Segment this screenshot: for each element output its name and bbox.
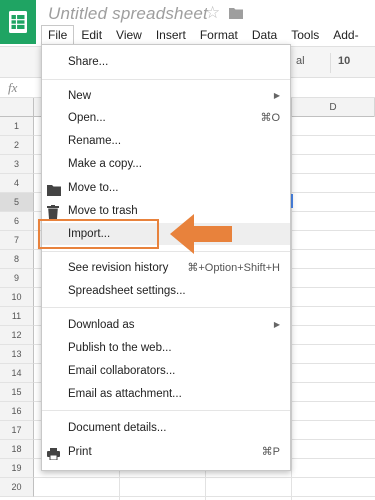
row-header[interactable]: 13	[0, 345, 34, 364]
font-family-dropdown[interactable]: al	[296, 55, 326, 67]
menu-item-label: Share...	[68, 56, 109, 68]
menu-item-print[interactable]: Print ⌘P	[42, 441, 290, 463]
menu-item-label: Rename...	[68, 135, 122, 147]
row-header[interactable]: 11	[0, 307, 34, 326]
trash-icon	[47, 205, 60, 219]
folder-icon[interactable]	[229, 6, 243, 24]
menu-data[interactable]: Data	[245, 25, 284, 45]
menu-item-revision-history[interactable]: See revision history ⌘+Option+Shift+H	[42, 257, 290, 279]
toolbar-divider	[330, 53, 331, 73]
column-header-d[interactable]: D	[292, 98, 375, 117]
shortcut-label: ⌘+Option+Shift+H	[187, 262, 280, 274]
menu-item-label: Document details...	[68, 422, 167, 434]
menu-item-download-as[interactable]: Download as ▶	[42, 314, 290, 336]
sheets-logo-icon[interactable]	[0, 0, 36, 44]
menu-insert[interactable]: Insert	[149, 25, 193, 45]
printer-icon	[47, 446, 60, 461]
row-header[interactable]: 10	[0, 288, 34, 307]
row-header[interactable]: 16	[0, 402, 34, 421]
menu-file[interactable]: File	[41, 25, 75, 45]
row-header[interactable]: 6	[0, 212, 34, 231]
menu-item-label: Print	[68, 446, 92, 458]
cell-selection-indicator	[291, 194, 293, 208]
menu-addons[interactable]: Add-ons	[326, 25, 375, 62]
row-header[interactable]: 20	[0, 478, 34, 497]
row-header[interactable]: 18	[0, 440, 34, 459]
menubar: File Edit View Insert Format Data Tools …	[41, 25, 375, 62]
menu-edit[interactable]: Edit	[74, 25, 109, 45]
star-icon[interactable]: ☆	[205, 3, 220, 23]
menu-item-spreadsheet-settings[interactable]: Spreadsheet settings...	[42, 280, 290, 302]
menu-item-label: Email collaborators...	[68, 365, 176, 377]
menu-item-label: Publish to the web...	[68, 342, 172, 354]
fx-icon: fx	[8, 80, 18, 95]
menu-item-email-collaborators[interactable]: Email collaborators...	[42, 360, 290, 382]
sheets-grid-icon	[9, 11, 27, 33]
submenu-arrow-icon: ▶	[273, 320, 280, 329]
folder-icon	[47, 182, 61, 196]
row-header[interactable]: 8	[0, 250, 34, 269]
menu-item-make-copy[interactable]: Make a copy...	[42, 153, 290, 175]
menu-divider	[42, 79, 290, 80]
row-header[interactable]: 3	[0, 155, 34, 174]
row-header[interactable]: 9	[0, 269, 34, 288]
row-header[interactable]: 2	[0, 136, 34, 155]
menu-divider	[42, 307, 290, 308]
menu-item-publish[interactable]: Publish to the web...	[42, 337, 290, 359]
menu-divider	[42, 251, 290, 252]
menu-item-label: Move to...	[68, 182, 119, 194]
row-header[interactable]: 17	[0, 421, 34, 440]
menu-item-label: Make a copy...	[68, 158, 142, 170]
menu-item-rename[interactable]: Rename...	[42, 130, 290, 152]
submenu-arrow-icon: ▶	[273, 91, 280, 100]
menu-item-move-to[interactable]: Move to...	[42, 177, 290, 199]
select-all-corner[interactable]	[0, 98, 34, 117]
shortcut-label: ⌘P	[261, 446, 280, 458]
menu-item-document-details[interactable]: Document details...	[42, 417, 290, 439]
row-header[interactable]: 15	[0, 383, 34, 402]
row-header[interactable]: 12	[0, 326, 34, 345]
menu-divider	[42, 410, 290, 411]
file-menu-dropdown: Share... New ▶ Open... ⌘O Rename... Make…	[41, 44, 291, 471]
menu-item-open[interactable]: Open... ⌘O	[42, 107, 290, 129]
menu-item-label: Download as	[68, 319, 135, 331]
row-header[interactable]: 14	[0, 364, 34, 383]
document-title[interactable]: Untitled spreadsheet	[48, 4, 208, 24]
menu-item-email-attachment[interactable]: Email as attachment...	[42, 383, 290, 405]
menu-item-label: Email as attachment...	[68, 388, 182, 400]
menu-item-new[interactable]: New ▶	[42, 85, 290, 107]
menu-item-label: Move to trash	[68, 205, 138, 217]
menu-tools[interactable]: Tools	[284, 25, 326, 45]
row-header[interactable]: 7	[0, 231, 34, 250]
menu-format[interactable]: Format	[193, 25, 245, 45]
menu-item-label: Open...	[68, 112, 106, 124]
menu-item-label: New	[68, 90, 92, 102]
menu-item-label: Spreadsheet settings...	[68, 285, 186, 297]
menu-item-share[interactable]: Share...	[42, 51, 290, 73]
font-size-dropdown[interactable]: 10	[338, 55, 350, 67]
row-header[interactable]: 1	[0, 117, 34, 136]
row-header[interactable]: 19	[0, 459, 34, 478]
annotation-arrow-icon	[170, 214, 232, 259]
shortcut-label: ⌘O	[260, 112, 280, 124]
menu-view[interactable]: View	[109, 25, 149, 45]
import-highlight-box	[38, 219, 159, 249]
menu-item-label: See revision history	[68, 262, 169, 274]
row-header[interactable]: 4	[0, 174, 34, 193]
row-header-selected[interactable]: 5	[0, 193, 34, 212]
